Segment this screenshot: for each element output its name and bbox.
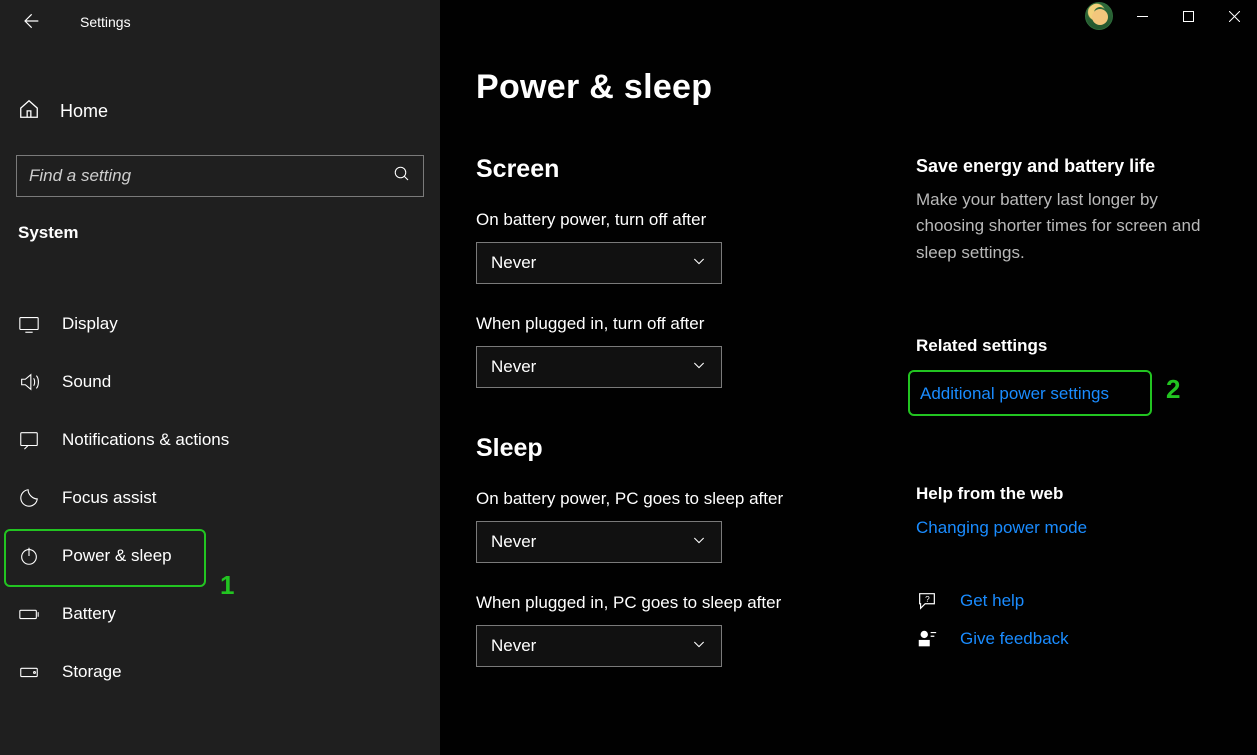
- sound-icon: [18, 371, 40, 393]
- sidebar-item-focus-assist[interactable]: Focus assist: [0, 469, 440, 527]
- dropdown-value: Never: [491, 532, 536, 552]
- sidebar: Settings Home System Display Sound Notif…: [0, 0, 440, 755]
- notifications-icon: [18, 429, 40, 451]
- screen-plugged-dropdown[interactable]: Never: [476, 346, 722, 388]
- get-help-link[interactable]: Get help: [960, 591, 1024, 611]
- home-icon: [18, 98, 40, 125]
- section-screen-title: Screen: [476, 155, 856, 184]
- sidebar-item-sound[interactable]: Sound: [0, 353, 440, 411]
- sidebar-items: Display Sound Notifications & actions Fo…: [0, 295, 440, 701]
- svg-text:?: ?: [925, 595, 930, 604]
- give-feedback-row[interactable]: Give feedback: [916, 628, 1247, 650]
- section-sleep-title: Sleep: [476, 434, 856, 463]
- main-panel: Power & sleep Screen On battery power, t…: [440, 0, 1257, 755]
- sidebar-item-label: Display: [62, 314, 118, 334]
- help-from-web-heading: Help from the web: [916, 484, 1247, 504]
- sidebar-item-notifications[interactable]: Notifications & actions: [0, 411, 440, 469]
- power-icon: [18, 545, 40, 567]
- battery-icon: [18, 603, 40, 625]
- sidebar-item-label: Sound: [62, 372, 111, 392]
- dropdown-value: Never: [491, 636, 536, 656]
- screen-battery-label: On battery power, turn off after: [476, 210, 856, 230]
- chat-help-icon: ?: [916, 590, 938, 612]
- sidebar-item-label: Battery: [62, 604, 116, 624]
- sidebar-home[interactable]: Home: [0, 86, 440, 137]
- sidebar-top: Settings: [0, 0, 440, 44]
- annotation-number-2: 2: [1166, 374, 1180, 405]
- close-button[interactable]: [1211, 0, 1257, 32]
- sidebar-item-label: Power & sleep: [62, 546, 172, 566]
- focus-assist-icon: [18, 487, 40, 509]
- search-input[interactable]: [29, 166, 393, 186]
- sleep-plugged-dropdown[interactable]: Never: [476, 625, 722, 667]
- chevron-down-icon: [691, 636, 707, 657]
- minimize-button[interactable]: [1119, 0, 1165, 32]
- sleep-plugged-label: When plugged in, PC goes to sleep after: [476, 593, 856, 613]
- sidebar-item-storage[interactable]: Storage: [0, 643, 440, 701]
- storage-icon: [18, 661, 40, 683]
- main-center: Power & sleep Screen On battery power, t…: [476, 68, 856, 755]
- additional-power-settings-link[interactable]: Additional power settings: [916, 378, 1119, 410]
- sidebar-item-battery[interactable]: Battery: [0, 585, 440, 643]
- search-box[interactable]: [16, 155, 424, 197]
- user-avatar[interactable]: [1085, 2, 1113, 30]
- display-icon: [18, 313, 40, 335]
- chevron-down-icon: [691, 357, 707, 378]
- feedback-icon: [916, 628, 938, 650]
- page-title: Power & sleep: [476, 68, 856, 107]
- energy-text: Make your battery last longer by choosin…: [916, 187, 1226, 266]
- sidebar-category: System: [18, 223, 440, 243]
- window-title: Settings: [80, 14, 131, 30]
- chevron-down-icon: [691, 253, 707, 274]
- sidebar-item-label: Notifications & actions: [62, 430, 229, 450]
- home-label: Home: [60, 101, 108, 122]
- changing-power-mode-link[interactable]: Changing power mode: [916, 518, 1087, 538]
- screen-plugged-label: When plugged in, turn off after: [476, 314, 856, 334]
- back-arrow-icon[interactable]: [20, 11, 40, 34]
- sleep-battery-label: On battery power, PC goes to sleep after: [476, 489, 856, 509]
- sidebar-item-label: Storage: [62, 662, 122, 682]
- search-icon: [393, 165, 411, 188]
- get-help-row[interactable]: ? Get help: [916, 590, 1247, 612]
- sidebar-item-label: Focus assist: [62, 488, 156, 508]
- screen-battery-dropdown[interactable]: Never: [476, 242, 722, 284]
- sidebar-item-display[interactable]: Display: [0, 295, 440, 353]
- maximize-button[interactable]: [1165, 0, 1211, 32]
- main-side: Save energy and battery life Make your b…: [916, 68, 1257, 755]
- dropdown-value: Never: [491, 253, 536, 273]
- sleep-battery-dropdown[interactable]: Never: [476, 521, 722, 563]
- dropdown-value: Never: [491, 357, 536, 377]
- energy-title: Save energy and battery life: [916, 156, 1247, 177]
- give-feedback-link[interactable]: Give feedback: [960, 629, 1069, 649]
- related-settings-heading: Related settings: [916, 336, 1247, 356]
- chevron-down-icon: [691, 532, 707, 553]
- titlebar: [1085, 0, 1257, 32]
- sidebar-item-power-sleep[interactable]: Power & sleep: [0, 527, 440, 585]
